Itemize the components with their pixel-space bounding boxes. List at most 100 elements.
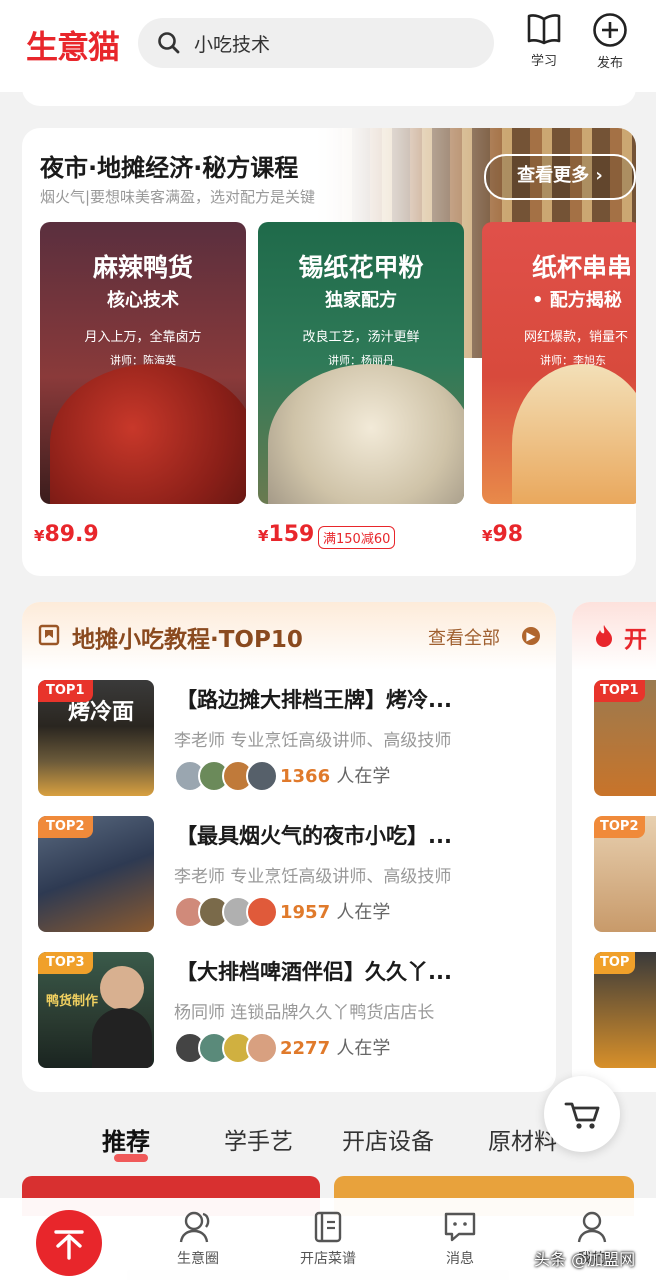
thumbnail-caption: 鸭货制作 (46, 994, 99, 1009)
publish-label: 发布 (596, 56, 623, 71)
top10-title: 地摊小吃教程·TOP10 (72, 627, 303, 653)
arrow-right-icon[interactable]: ▶ (522, 627, 540, 645)
tab-equipment[interactable]: 开店设备 (342, 1122, 434, 1156)
teacher-photo-body (92, 1008, 152, 1068)
message-icon (444, 1212, 476, 1242)
course-card-duck[interactable]: 麻辣鸭货 核心技术 月入上万，全靠卤方 讲师：陈海英 (40, 222, 246, 504)
course-subtitle: 核心技术 (107, 290, 179, 311)
course-title: 麻辣鸭货 (92, 253, 193, 282)
tab-craft[interactable]: 学手艺 (224, 1122, 293, 1156)
avatar (246, 1032, 278, 1064)
course-thumbnail: TOP1 (594, 680, 656, 796)
course-thumbnail: 烤冷面 TOP1 (38, 680, 154, 796)
teacher-info: 杨同师 连锁品牌久久丫鸭货店店长 (174, 1003, 435, 1023)
learner-number: 1957 (280, 902, 331, 923)
rank-badge: TOP2 (594, 816, 645, 838)
teacher-info: 李老师 专业烹饪高级讲师、高级技师 (174, 731, 452, 751)
learner-number: 1366 (280, 766, 331, 787)
learner-count: 2277 人在学 (280, 1034, 390, 1060)
search-icon (158, 32, 180, 54)
course-price: ¥98 (482, 522, 523, 547)
rank-badge: TOP2 (38, 816, 93, 838)
cart-button[interactable] (544, 1076, 620, 1152)
nav-messages[interactable]: 消息 (420, 1210, 500, 1268)
price-value: 159 (268, 522, 315, 547)
course-subtitle: • 配方揭秘 (532, 290, 622, 311)
view-more-button[interactable]: 查看更多 › (484, 154, 636, 200)
course-thumbnail: TOP (594, 952, 656, 1068)
duck-food-image (50, 364, 246, 504)
learner-number: 2277 (280, 1038, 331, 1059)
search-input[interactable]: 小吃技术 (194, 30, 270, 57)
user-icon (577, 1211, 607, 1243)
course-title: 锡纸花甲粉 (298, 253, 424, 282)
search-bar[interactable]: 小吃技术 (138, 18, 494, 68)
nav-label: 开店菜谱 (300, 1251, 356, 1267)
learner-count: 1957 人在学 (280, 898, 390, 924)
nav-business-circle[interactable]: 生意圈 (158, 1210, 238, 1268)
top10-card: 地摊小吃教程·TOP10 查看全部 ▶ 烤冷面 TOP1 【路边摊大排档王牌】烤… (22, 602, 556, 1092)
top10-list-item[interactable]: TOP2 【最具烟火气的夜市小吃】... 李老师 专业烹饪高级讲师、高级技师 1… (38, 816, 548, 936)
watermark-text: 头条 @加盟网 (534, 1250, 636, 1269)
course-price: ¥159 (258, 522, 314, 547)
price-value: 98 (492, 522, 524, 547)
app-logo[interactable]: 生意猫 (26, 22, 120, 68)
cart-icon (564, 1102, 600, 1129)
people-icon (179, 1211, 210, 1243)
learner-avatars (174, 896, 278, 928)
bookmark-icon (38, 624, 60, 646)
book-icon (527, 14, 561, 45)
course-thumbnail: 鸭货制作 TOP3 (38, 952, 154, 1068)
section-subtitle: 烟火气|要想味美客满盈，选对配方是关键 (40, 188, 316, 206)
tab-recommend[interactable]: 推荐 (102, 1122, 150, 1157)
course-desc: 月入上万，全靠卤方 (84, 330, 202, 345)
teacher-photo (100, 966, 144, 1010)
top10-list-item[interactable]: 鸭货制作 TOP3 【大排档啤酒伴侣】久久丫... 杨同师 连锁品牌久久丫鸭货店… (38, 952, 548, 1072)
home-button[interactable] (36, 1210, 102, 1276)
learner-suffix: 人在学 (336, 902, 391, 923)
avatar (246, 896, 278, 928)
rank-badge: TOP (594, 952, 636, 974)
course-thumbnail: TOP2 (594, 816, 656, 932)
course-card-skewer[interactable]: 纸杯串串 • 配方揭秘 网红爆款，销量不 讲师：李旭东 (482, 222, 636, 504)
view-all-link[interactable]: 查看全部 (428, 624, 500, 650)
teacher-info: 李老师 专业烹饪高级讲师、高级技师 (174, 867, 452, 887)
course-desc: 网红爆款，销量不 (524, 330, 629, 345)
learner-avatars (174, 760, 278, 792)
currency-symbol: ¥ (258, 527, 269, 545)
currency-symbol: ¥ (482, 527, 493, 545)
recipe-book-icon (314, 1211, 342, 1243)
skewer-food-image (512, 364, 636, 504)
course-thumbnail: TOP2 (38, 816, 154, 932)
course-title: 【大排档啤酒伴侣】久久丫... (176, 960, 452, 984)
study-button[interactable]: 学习 (516, 12, 572, 76)
plus-circle-icon (593, 13, 627, 47)
learner-suffix: 人在学 (336, 1038, 391, 1059)
course-title: 【路边摊大排档王牌】烤冷... (176, 688, 452, 712)
clam-food-image (268, 364, 464, 504)
rank-badge: TOP1 (38, 680, 93, 702)
publish-button[interactable]: 发布 (582, 12, 638, 76)
shop-opening-title: 开 (624, 627, 647, 653)
nav-label: 生意圈 (177, 1251, 219, 1267)
nav-shop-recipes[interactable]: 开店菜谱 (288, 1210, 368, 1268)
course-title: 纸杯串串 (532, 253, 633, 282)
course-desc: 改良工艺，汤汁更鲜 (302, 330, 420, 345)
previous-card-edge (22, 80, 636, 106)
top10-list-item[interactable]: 烤冷面 TOP1 【路边摊大排档王牌】烤冷... 李老师 专业烹饪高级讲师、高级… (38, 680, 548, 800)
night-market-card[interactable]: 夜市·地摊经济·秘方课程 烟火气|要想味美客满盈，选对配方是关键 查看更多 › … (22, 128, 636, 576)
course-price: ¥89.9 (34, 522, 99, 547)
study-label: 学习 (530, 54, 557, 69)
course-card-clam[interactable]: 锡纸花甲粉 独家配方 改良工艺，汤汁更鲜 讲师：杨丽丹 (258, 222, 464, 504)
rank-badge: TOP3 (38, 952, 93, 974)
rank-badge: TOP1 (594, 680, 645, 702)
learner-count: 1366 人在学 (280, 762, 390, 788)
nav-label: 消息 (446, 1251, 474, 1267)
learner-suffix: 人在学 (336, 766, 391, 787)
coupon-badge: 满150减60 (318, 526, 396, 549)
shop-opening-card[interactable]: 开 TOP1 TOP2 TOP (572, 602, 656, 1092)
arrow-up-icon (54, 1230, 84, 1260)
course-title: 【最具烟火气的夜市小吃】... (176, 824, 452, 848)
learner-avatars (174, 1032, 278, 1064)
course-subtitle: 独家配方 (325, 290, 397, 311)
